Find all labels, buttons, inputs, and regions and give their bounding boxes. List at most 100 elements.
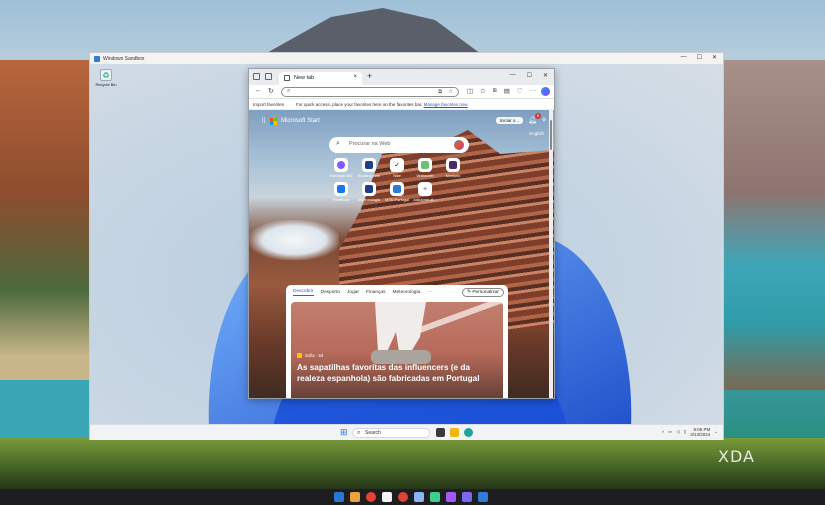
host-discord-icon[interactable] — [462, 492, 472, 502]
notifications-badge: 5 — [534, 113, 541, 119]
feed-tab-sports[interactable]: Desporto — [321, 290, 340, 295]
manage-favorites-link[interactable]: Manage favorites now — [424, 102, 468, 107]
volume-icon[interactable]: ◁ — [676, 429, 679, 435]
tab-actions — [253, 73, 272, 80]
feed-tab-play[interactable]: Jogar — [347, 290, 359, 295]
host-taskbar — [0, 489, 825, 505]
settings-gear-icon[interactable]: ⚙ — [542, 117, 546, 123]
copilot-icon[interactable] — [541, 87, 550, 96]
favorite-star-icon[interactable]: ☆ — [448, 89, 453, 95]
recycle-bin[interactable]: ♻ Recycle Bin — [95, 69, 117, 87]
edge-icon[interactable] — [464, 428, 473, 437]
notifications-bell-icon[interactable]: 🔔︎ 5 — [528, 113, 541, 124]
chevron-up-icon[interactable]: ^ — [662, 430, 664, 435]
favorites-icon[interactable]: ✩ — [480, 87, 485, 95]
host-start-icon[interactable] — [334, 492, 344, 502]
more-menu-icon[interactable]: ··· — [530, 87, 537, 95]
host-chrome-icon[interactable] — [398, 492, 408, 502]
split-screen-icon[interactable]: ◫ — [467, 87, 473, 95]
personalize-button[interactable]: ✎ Personalizar — [461, 288, 504, 297]
quick-link-tile[interactable]: Meteorologia — [355, 182, 383, 202]
network-icon[interactable]: ▭ — [668, 429, 672, 435]
bg-water — [0, 380, 100, 440]
facebook-icon — [334, 182, 348, 196]
battery-icon[interactable]: ▯ — [684, 429, 686, 435]
address-bar[interactable]: ⌕ ⧉ ☆ — [281, 87, 459, 97]
maximize-button[interactable]: ☐ — [697, 54, 702, 61]
tile-label: Montorio — [445, 174, 461, 178]
feed-tab-discover[interactable]: Descobrir — [293, 289, 314, 296]
new-tab-button[interactable]: + — [367, 71, 372, 81]
xda-watermark: XDA — [718, 447, 755, 466]
clock[interactable]: 8:05 PM 3/13/2024 — [690, 427, 710, 437]
taskbar-search-placeholder: Search — [365, 430, 381, 436]
profile-icon[interactable] — [253, 73, 260, 80]
browser-minimize-button[interactable]: — — [510, 72, 516, 79]
collections-icon[interactable]: ▤ — [504, 87, 510, 95]
web-search-box[interactable]: ⌕ Procurar na Web — [329, 137, 469, 153]
close-button[interactable]: ✕ — [712, 54, 717, 61]
signin-button[interactable]: Iniciar s... — [495, 116, 524, 124]
host-app-icon[interactable] — [350, 492, 360, 502]
favorites-bar: Import favorites For quick access, place… — [249, 99, 554, 110]
quick-link-tile[interactable]: Microsoft 365 — [327, 158, 355, 178]
address-search-icon: ⌕ — [287, 88, 291, 94]
browser-close-button[interactable]: ✕ — [543, 72, 548, 79]
host-sandbox-icon[interactable] — [478, 492, 488, 502]
browser-maximize-button[interactable]: ☐ — [527, 72, 532, 79]
sandbox-taskbar: ⊞ ⌕ Search ^ ▭ ◁ ▯ 8:05 PM 3/13/2024 ◔ — [90, 424, 723, 440]
back-arrow-icon[interactable]: ← — [255, 87, 262, 94]
copilot-search-icon[interactable] — [454, 140, 464, 150]
page-scrollbar[interactable] — [549, 110, 553, 398]
performance-icon[interactable]: ♡ — [517, 87, 523, 95]
story-headline[interactable]: As sapatilhas favoritas das influencers … — [297, 362, 497, 384]
tab-new-tab[interactable]: New tab × — [279, 72, 362, 85]
import-favorites-button[interactable]: Import favorites — [253, 102, 284, 107]
host-settings-icon[interactable] — [414, 492, 424, 502]
read-aloud-icon[interactable]: ⧉ — [438, 89, 442, 96]
feed-tab-weather[interactable]: Meteorologia — [392, 290, 420, 295]
news-card[interactable]: Sofia · 3d As sapatilhas favoritas das i… — [291, 302, 503, 398]
browser-window-controls: — ☐ ✕ — [510, 72, 548, 79]
host-app2-icon[interactable] — [430, 492, 440, 502]
search-icon: ⌕ — [357, 430, 361, 436]
notification-bell-icon[interactable]: ◔ — [714, 430, 717, 435]
sandbox-window-controls: — ☐ ✕ — [681, 54, 717, 61]
quick-link-tile[interactable]: Montorio — [439, 158, 467, 178]
web-search-icon: ⌕ — [336, 140, 340, 147]
host-app3-icon[interactable] — [446, 492, 456, 502]
taskbar-search[interactable]: ⌕ Search — [352, 428, 430, 438]
clock-date: 3/13/2024 — [690, 432, 711, 437]
quick-link-tile[interactable]: Verbaudet — [411, 158, 439, 178]
tab-close-icon[interactable]: × — [353, 74, 357, 80]
quick-link-tile[interactable]: MSN Portugal — [383, 182, 411, 202]
host-brave-icon[interactable] — [366, 492, 376, 502]
scrollbar-thumb[interactable] — [550, 120, 552, 150]
minimize-button[interactable]: — — [681, 54, 687, 61]
quick-link-tile[interactable]: Facebook — [327, 182, 355, 202]
quick-link-tile[interactable]: Booking.com — [355, 158, 383, 178]
app-launcher-icon[interactable]: ⠿ — [261, 117, 266, 125]
tab-title: New tab — [294, 75, 315, 81]
booking-icon — [362, 158, 376, 172]
host-file-icon[interactable] — [382, 492, 392, 502]
publisher-logo-icon — [297, 353, 302, 358]
extensions-icon[interactable]: ⧈ — [493, 87, 497, 95]
language-label[interactable]: English — [529, 131, 544, 136]
nike-icon: ✓ — [390, 158, 404, 172]
task-view-icon[interactable] — [436, 428, 445, 437]
file-explorer-icon[interactable] — [450, 428, 459, 437]
tile-label: Verbaudet — [416, 174, 434, 178]
start-windows-icon[interactable]: ⊞ — [340, 428, 349, 437]
feed-tab-more[interactable]: ··· — [427, 290, 432, 295]
personalize-label: Personalizar — [472, 290, 499, 295]
workspaces-icon[interactable] — [265, 73, 272, 80]
refresh-icon[interactable]: ↻ — [268, 87, 274, 95]
sandbox-titlebar[interactable]: Windows Sandbox — [90, 53, 723, 64]
add-shortcut-tile[interactable]: + Adicionar at... — [411, 182, 439, 202]
story-source: Sofia · 3d — [297, 353, 323, 358]
tile-label: Adicionar at... — [413, 198, 437, 202]
quick-link-tile[interactable]: ✓ Nike — [383, 158, 411, 178]
feed-tab-finance[interactable]: Finanças — [366, 290, 385, 295]
tab-favicon-icon — [284, 75, 290, 81]
